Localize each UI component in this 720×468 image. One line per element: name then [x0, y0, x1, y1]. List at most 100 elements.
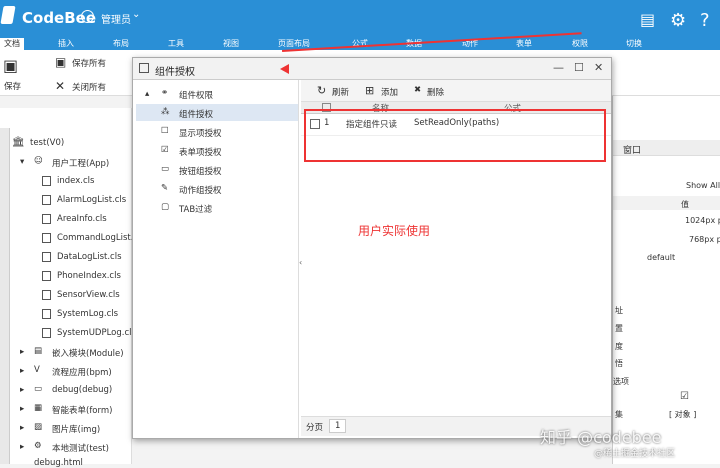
caret-icon[interactable]: ▴	[145, 89, 149, 99]
highlight-box	[304, 109, 606, 162]
add-icon[interactable]: ⊞	[365, 84, 374, 97]
delete-icon[interactable]: ✖	[414, 85, 421, 95]
save-all-button[interactable]: 保存所有	[72, 57, 106, 69]
tab-permission[interactable]: 权限	[572, 38, 588, 50]
options-label: 选项	[613, 377, 629, 386]
close-icon[interactable]: ✕	[55, 79, 65, 93]
caret-icon[interactable]: ▸	[20, 347, 24, 357]
height-value[interactable]: 768px px	[689, 235, 720, 244]
tab-tools[interactable]: 工具	[168, 38, 184, 50]
file-icon	[42, 271, 51, 281]
gear-icon: ⚙	[34, 441, 42, 451]
tree-file[interactable]: SensorView.cls	[57, 290, 120, 300]
refresh-button[interactable]: 刷新	[332, 86, 349, 98]
checkbox-checked[interactable]: ☑	[680, 391, 689, 402]
nav-item-tab-filter[interactable]: TAB过滤	[179, 203, 212, 215]
save-button[interactable]: 保存	[4, 80, 21, 92]
nav-item-display-auth[interactable]: 显示项授权	[179, 127, 222, 139]
nav-item-component-auth[interactable]: 组件授权	[179, 108, 213, 120]
component-icon: ⚭	[161, 88, 169, 98]
file-icon	[42, 214, 51, 224]
tree-module[interactable]: 智能表单(form)	[52, 404, 112, 416]
add-button[interactable]: 添加	[381, 86, 398, 98]
tab-layout[interactable]: 布局	[113, 38, 129, 50]
tree-module[interactable]: 嵌入模块(Module)	[52, 347, 124, 359]
vertical-toolbar	[0, 128, 10, 464]
title-bar: CodeBee 管理员 ⌄ ▤ ⚙ ?	[0, 0, 720, 38]
maximize-icon[interactable]: ☐	[574, 61, 584, 74]
tree-module[interactable]: debug(debug)	[52, 385, 112, 395]
bank-icon: 🏛	[12, 137, 25, 148]
prop-label: 悟	[615, 359, 623, 368]
tree-file[interactable]: DataLogList.cls	[57, 252, 122, 262]
flow-icon: ᐯ	[34, 365, 40, 375]
window-label: 窗口	[623, 146, 642, 156]
file-icon	[42, 233, 51, 243]
save-all-icon[interactable]: ▣	[55, 55, 66, 69]
tree-file[interactable]: SystemUDPLog.cls	[57, 328, 136, 338]
form-icon: ▦	[34, 403, 43, 413]
group-icon: ⁂	[161, 107, 170, 117]
width-value[interactable]: 1024px px	[685, 216, 720, 225]
tree-module[interactable]: 本地测试(test)	[52, 442, 109, 454]
close-icon[interactable]: ✕	[594, 61, 603, 74]
close-all-button[interactable]: 关闭所有	[72, 81, 106, 93]
user-icon[interactable]	[81, 10, 94, 23]
tab-icon: ▢	[161, 202, 170, 212]
tab-data[interactable]: 数据	[406, 38, 422, 50]
style-value[interactable]: default	[647, 253, 675, 262]
nav-item-button-auth[interactable]: 按钮组授权	[179, 165, 222, 177]
caret-icon[interactable]: ▸	[20, 442, 24, 452]
save-icon[interactable]: ▣	[3, 56, 18, 75]
tree-root[interactable]: test(V0)	[30, 138, 64, 148]
tree-file[interactable]: PhoneIndex.cls	[57, 271, 121, 281]
tree-file[interactable]: SystemLog.cls	[57, 309, 118, 319]
properties-panel: 窗口 Show All 值 1024px px 768px px default…	[612, 96, 720, 464]
nav-item-component-permission[interactable]: 组件权限	[179, 89, 213, 101]
annotation-text: 用户实际使用	[358, 224, 431, 238]
tree-app[interactable]: 用户工程(App)	[52, 157, 109, 169]
file-icon	[42, 176, 51, 186]
tab-form[interactable]: 表单	[516, 38, 532, 50]
tab-view[interactable]: 视图	[223, 38, 239, 50]
module-icon: ▤	[34, 346, 43, 356]
file-icon	[42, 309, 51, 319]
file-icon	[42, 195, 51, 205]
grid-toolbar: ↻ 刷新 ⊞ 添加 ✖ 删除	[301, 80, 611, 102]
caret-icon[interactable]: ▾	[20, 157, 24, 167]
tree-file[interactable]: index.cls	[57, 176, 94, 186]
chevron-down-icon[interactable]: ⌄	[132, 9, 140, 20]
tab-switch[interactable]: 切换	[626, 38, 642, 50]
show-all-button[interactable]: Show All	[686, 181, 720, 190]
watermark-text: 知乎 @codebee	[540, 428, 662, 447]
nav-item-action-auth[interactable]: 动作组授权	[179, 184, 222, 196]
page-number[interactable]: 1	[329, 419, 347, 433]
help-icon[interactable]: ?	[700, 10, 710, 31]
user-name[interactable]: 管理员	[101, 11, 131, 26]
minimize-icon[interactable]: —	[553, 61, 564, 74]
delete-button[interactable]: 删除	[427, 86, 444, 98]
prop-label: 址	[615, 306, 623, 315]
file-icon	[42, 290, 51, 300]
object-button[interactable]: [ 对象 ]	[669, 409, 696, 420]
tree-file[interactable]: AlarmLogList.cls	[57, 195, 126, 205]
refresh-icon[interactable]: ↻	[317, 84, 326, 97]
dialog-title: 组件授权	[155, 67, 195, 78]
tree-module[interactable]: 流程应用(bpm)	[52, 366, 112, 378]
tree-module[interactable]: 图片库(img)	[52, 423, 100, 435]
tree-file[interactable]: AreaInfo.cls	[57, 214, 107, 224]
tab-insert[interactable]: 插入	[58, 38, 74, 50]
file-icon	[42, 328, 51, 338]
tree-bottom-file[interactable]: debug.html	[34, 458, 83, 468]
caret-icon[interactable]: ▸	[20, 385, 24, 395]
tab-document[interactable]: 文档	[0, 38, 24, 50]
caret-icon[interactable]: ▸	[20, 423, 24, 433]
chart-icon[interactable]: ▤	[640, 10, 655, 29]
logo-icon	[0, 6, 16, 24]
gear-icon[interactable]: ⚙	[670, 10, 686, 31]
form-icon: ☑	[161, 145, 169, 155]
caret-icon[interactable]: ▸	[20, 366, 24, 376]
watermark-subtext: @稀土掘金技术社区	[594, 449, 676, 459]
caret-icon[interactable]: ▸	[20, 404, 24, 414]
nav-item-form-auth[interactable]: 表单项授权	[179, 146, 222, 158]
